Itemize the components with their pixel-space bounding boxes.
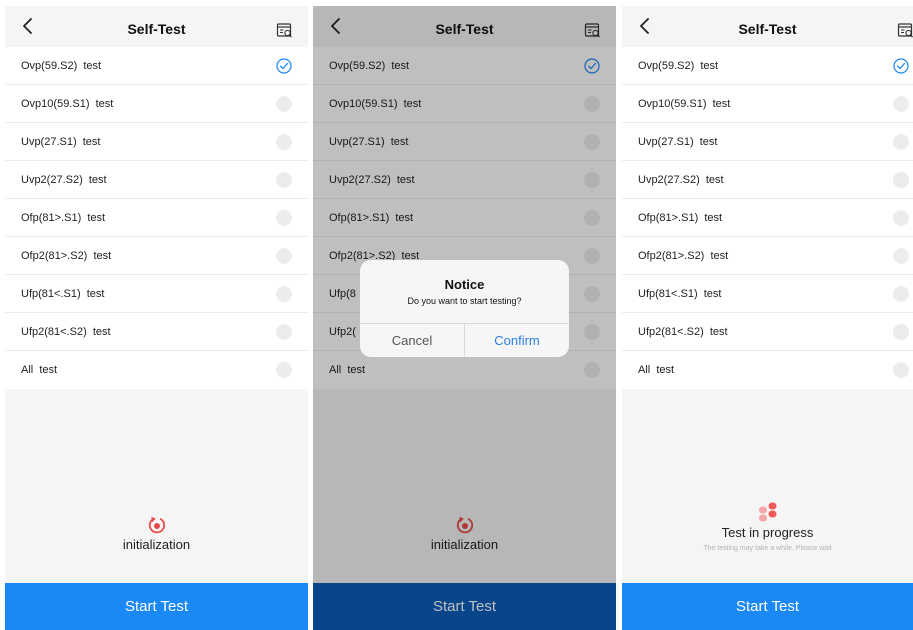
- radio-circle-icon[interactable]: [893, 286, 909, 302]
- radio-circle-icon[interactable]: [276, 172, 292, 188]
- report-search-icon[interactable]: [276, 22, 294, 40]
- test-label: Uvp2(27.S2) test: [21, 173, 107, 186]
- self-test-screen-initial: Self-Test Ovp(59.S2) test Ovp10(59.S1) te…: [5, 6, 308, 630]
- dialog-actions: Cancel Confirm: [360, 323, 569, 357]
- test-row[interactable]: All test: [622, 351, 913, 389]
- radio-circle-icon[interactable]: [893, 324, 909, 340]
- test-list: Ovp(59.S2) test Ovp10(59.S1) test Uvp(27.S…: [622, 47, 913, 389]
- test-row[interactable]: Ofp(81>.S1) test: [5, 199, 308, 237]
- radio-circle-icon[interactable]: [893, 362, 909, 378]
- start-test-button[interactable]: Start Test: [622, 583, 913, 630]
- radio-circle-icon[interactable]: [893, 210, 909, 226]
- test-row[interactable]: Uvp2(27.S2) test: [5, 161, 308, 199]
- radio-circle-icon[interactable]: [893, 248, 909, 264]
- test-row[interactable]: Uvp(27.S1) test: [5, 123, 308, 161]
- test-row[interactable]: Ofp2(81>.S2) test: [5, 237, 308, 275]
- status-area: Test in progress The testing may take a …: [622, 502, 913, 552]
- test-row[interactable]: Ufp(81<.S1) test: [622, 275, 913, 313]
- test-label: Ovp10(59.S1) test: [638, 97, 731, 110]
- test-label: Ovp(59.S2) test: [638, 59, 719, 72]
- test-label: Ofp2(81>.S2) test: [21, 249, 112, 262]
- progress-icon: [758, 502, 776, 522]
- test-label: Uvp(27.S1) test: [638, 135, 718, 148]
- test-row[interactable]: Ufp(81<.S1) test: [5, 275, 308, 313]
- cancel-button[interactable]: Cancel: [360, 324, 465, 357]
- check-circle-icon[interactable]: [276, 58, 292, 74]
- test-label: Uvp2(27.S2) test: [638, 173, 724, 186]
- test-row[interactable]: Ufp2(81<.S2) test: [622, 313, 913, 351]
- radio-circle-icon[interactable]: [276, 362, 292, 378]
- test-row[interactable]: Ovp(59.S2) test: [622, 47, 913, 85]
- test-row[interactable]: Ovp10(59.S1) test: [622, 85, 913, 123]
- test-row[interactable]: All test: [5, 351, 308, 389]
- radio-circle-icon[interactable]: [276, 324, 292, 340]
- test-label: All test: [638, 364, 675, 376]
- radio-circle-icon[interactable]: [276, 286, 292, 302]
- page-title: Self-Test: [127, 21, 186, 37]
- dialog-title: Notice: [444, 277, 485, 292]
- test-label: Ufp(81<.S1) test: [638, 287, 722, 300]
- notice-dialog: Notice Do you want to start testing? Can…: [360, 260, 569, 357]
- test-row[interactable]: Ofp(81>.S1) test: [622, 199, 913, 237]
- radio-circle-icon[interactable]: [276, 210, 292, 226]
- status-sublabel: The testing may take a while. Please wai…: [703, 545, 832, 552]
- page-title: Self-Test: [738, 21, 797, 37]
- test-label: Uvp(27.S1) test: [21, 135, 101, 148]
- test-label: Ufp(81<.S1) test: [21, 287, 105, 300]
- test-label: Ovp(59.S2) test: [21, 59, 102, 72]
- start-test-button[interactable]: Start Test: [5, 583, 308, 630]
- status-area: initialization: [5, 515, 308, 552]
- test-label: Ofp(81>.S1) test: [638, 211, 723, 224]
- test-row[interactable]: Uvp2(27.S2) test: [622, 161, 913, 199]
- radio-circle-icon[interactable]: [893, 96, 909, 112]
- test-row[interactable]: Uvp(27.S1) test: [622, 123, 913, 161]
- self-test-screen-in-progress: Self-Test Ovp(59.S2) test Ovp10(59.S1) te…: [622, 6, 913, 630]
- test-label: Ofp2(81>.S2) test: [638, 249, 729, 262]
- radio-circle-icon[interactable]: [276, 248, 292, 264]
- test-label: Ufp2(81<.S2) test: [21, 325, 111, 338]
- self-test-screen-confirm: Self-Test Ovp(59.S2) test Ovp10(59.S1) te…: [313, 6, 616, 630]
- dialog-message: Do you want to start testing?: [407, 296, 522, 306]
- radio-circle-icon[interactable]: [893, 134, 909, 150]
- test-row[interactable]: Ovp(59.S2) test: [5, 47, 308, 85]
- radio-circle-icon[interactable]: [276, 134, 292, 150]
- check-circle-icon[interactable]: [893, 58, 909, 74]
- test-row[interactable]: Ofp2(81>.S2) test: [622, 237, 913, 275]
- radio-circle-icon[interactable]: [276, 96, 292, 112]
- radio-circle-icon[interactable]: [893, 172, 909, 188]
- test-row[interactable]: Ufp2(81<.S2) test: [5, 313, 308, 351]
- status-label: initialization: [122, 537, 191, 552]
- test-list: Ovp(59.S2) test Ovp10(59.S1) test Uvp(27.S…: [5, 47, 308, 389]
- reset-icon: [148, 516, 165, 534]
- status-label: Test in progress: [721, 525, 814, 540]
- confirm-button[interactable]: Confirm: [465, 324, 569, 357]
- header: Self-Test: [5, 6, 308, 47]
- test-label: Ofp(81>.S1) test: [21, 211, 106, 224]
- report-search-icon[interactable]: [897, 22, 913, 40]
- test-label: Ovp10(59.S1) test: [21, 97, 114, 110]
- test-row[interactable]: Ovp10(59.S1) test: [5, 85, 308, 123]
- test-label: Ufp2(81<.S2) test: [638, 325, 728, 338]
- header: Self-Test: [622, 6, 913, 47]
- test-label: All test: [21, 364, 58, 376]
